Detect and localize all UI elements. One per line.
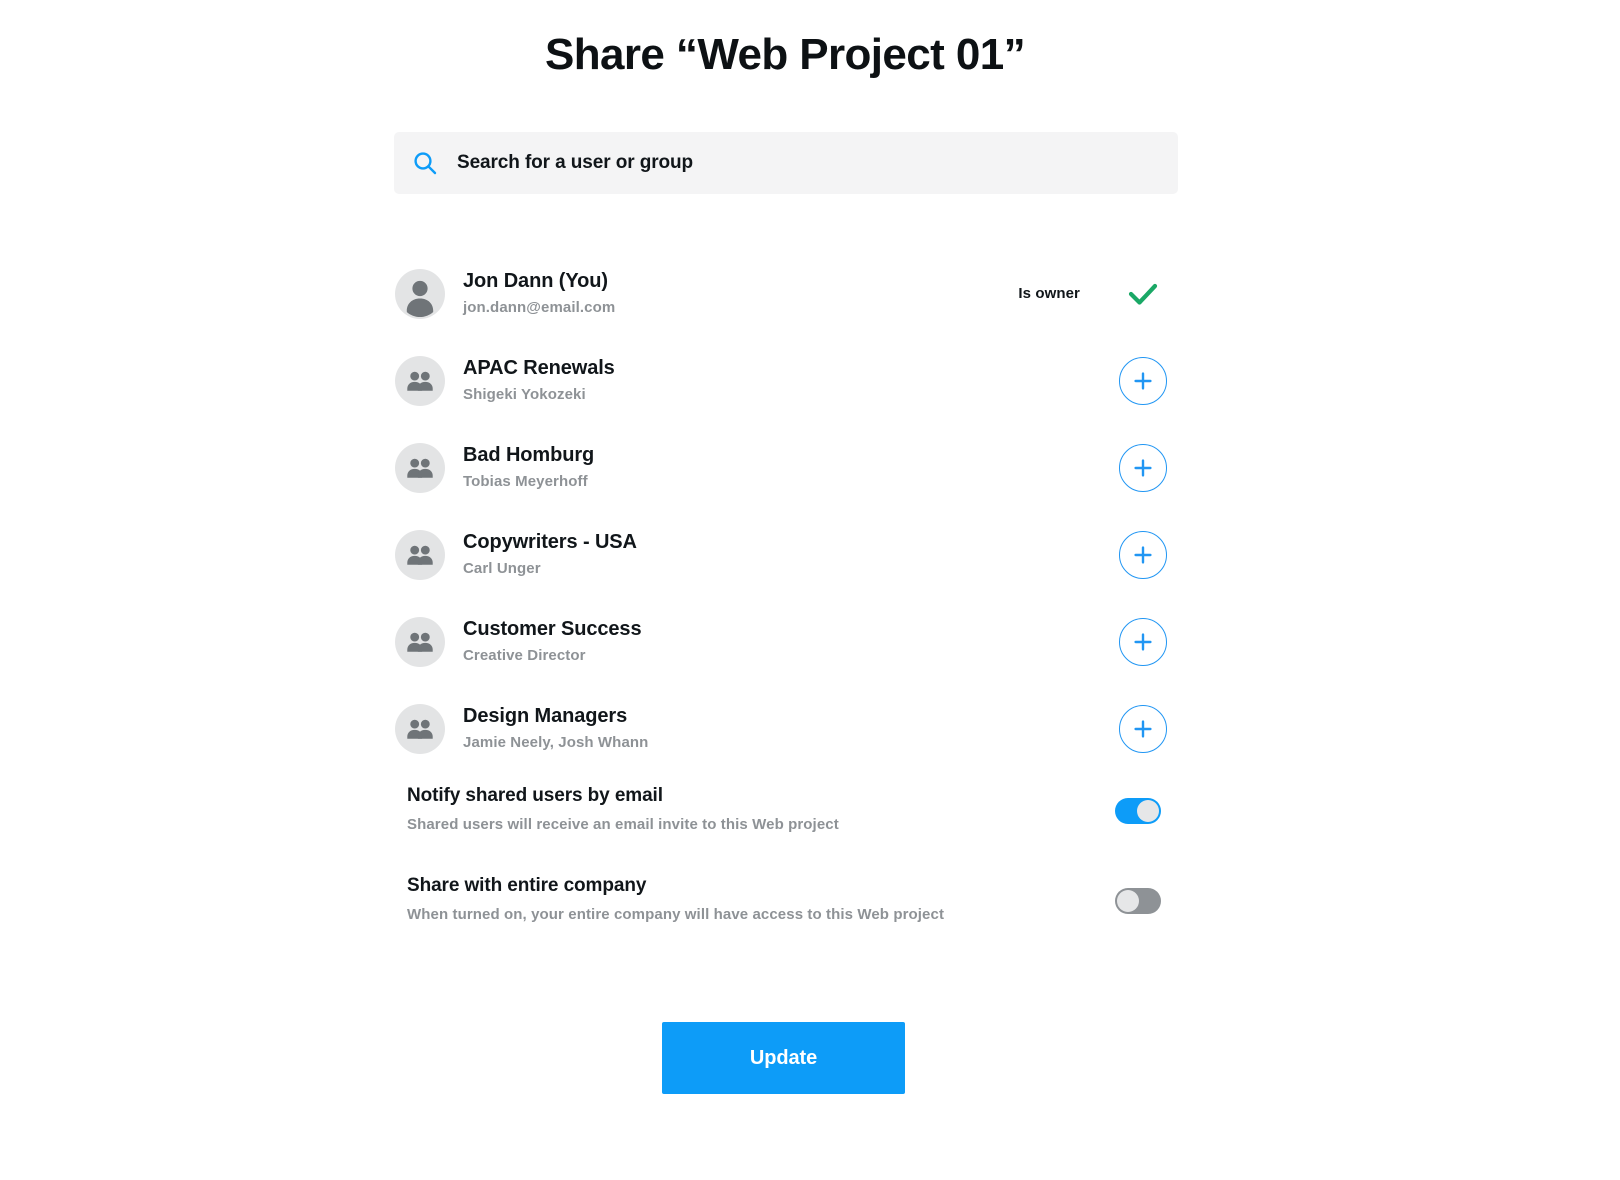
list-item[interactable]: Bad Homburg Tobias Meyerhoff xyxy=(394,424,1178,511)
share-with-company-toggle[interactable] xyxy=(1115,888,1161,914)
list-item-name: APAC Renewals xyxy=(463,356,615,379)
avatar xyxy=(395,268,445,319)
list-item-name: Copywriters - USA xyxy=(463,530,637,553)
share-list: Jon Dann (You) jon.dann@email.com Is own… xyxy=(394,250,1178,772)
list-item[interactable]: Customer Success Creative Director xyxy=(394,598,1178,685)
add-user-button[interactable] xyxy=(1119,443,1167,492)
status-badge: Is owner xyxy=(1018,285,1080,302)
owner-check-icon xyxy=(1124,275,1162,313)
list-item-texts: Customer Success Creative Director xyxy=(463,616,642,668)
list-item-detail: Carl Unger xyxy=(463,559,541,577)
list-item-name: Customer Success xyxy=(463,617,642,640)
avatar xyxy=(395,529,445,580)
setting-share-with-company: Share with entire company When turned on… xyxy=(407,873,1167,927)
list-item-action-area xyxy=(1119,511,1178,598)
avatar xyxy=(395,442,445,493)
search-placeholder: Search for a user or group xyxy=(457,152,694,173)
setting-description: Shared users will receive an email invit… xyxy=(407,816,839,833)
notify-shared-users-toggle[interactable] xyxy=(1115,798,1161,824)
list-item-name: Design Managers xyxy=(463,704,628,727)
list-item-detail: Creative Director xyxy=(463,646,586,664)
setting-description: When turned on, your entire company will… xyxy=(407,906,945,923)
list-item-texts: Jon Dann (You) jon.dann@email.com xyxy=(463,268,615,320)
plus-icon xyxy=(1134,632,1152,651)
list-item-action-area xyxy=(1119,598,1178,685)
plus-icon xyxy=(1134,545,1152,564)
toggle-knob xyxy=(1137,800,1159,822)
add-user-button[interactable] xyxy=(1119,704,1167,753)
setting-notify-shared-users: Notify shared users by email Shared user… xyxy=(407,783,1167,837)
list-item[interactable]: APAC Renewals Shigeki Yokozeki xyxy=(394,337,1178,424)
list-item-action-area: Is owner xyxy=(1018,250,1178,337)
plus-icon xyxy=(1134,719,1152,738)
search-icon xyxy=(412,150,438,176)
add-user-button[interactable] xyxy=(1119,617,1167,666)
avatar xyxy=(395,616,445,667)
list-item-detail: Jamie Neely, Josh Whann xyxy=(463,733,649,751)
add-user-button[interactable] xyxy=(1119,356,1167,405)
setting-title: Notify shared users by email xyxy=(407,785,663,806)
search-input[interactable]: Search for a user or group xyxy=(394,132,1178,194)
add-user-button[interactable] xyxy=(1119,530,1167,579)
list-item[interactable]: Design Managers Jamie Neely, Josh Whann xyxy=(394,685,1178,772)
list-item-texts: Bad Homburg Tobias Meyerhoff xyxy=(463,442,594,494)
list-item-action-area xyxy=(1119,685,1178,772)
list-item-name: Bad Homburg xyxy=(463,443,595,466)
avatar xyxy=(395,703,445,754)
avatar xyxy=(395,355,445,406)
list-item-detail: Tobias Meyerhoff xyxy=(463,472,588,490)
update-button[interactable]: Update xyxy=(662,1022,905,1094)
list-item-action-area xyxy=(1119,337,1178,424)
page-title: Share “Web Project 01” xyxy=(545,30,1026,79)
share-dialog: Share “Web Project 01” Search for a user… xyxy=(0,0,1620,1180)
list-item-name: Jon Dann (You) xyxy=(463,269,608,292)
list-item[interactable]: Copywriters - USA Carl Unger xyxy=(394,511,1178,598)
list-item[interactable]: Jon Dann (You) jon.dann@email.com Is own… xyxy=(394,250,1178,337)
list-item-texts: Design Managers Jamie Neely, Josh Whann xyxy=(463,703,648,755)
list-item-texts: APAC Renewals Shigeki Yokozeki xyxy=(463,355,615,407)
toggle-knob xyxy=(1117,890,1139,912)
setting-title: Share with entire company xyxy=(407,875,647,896)
plus-icon xyxy=(1134,371,1152,390)
list-item-detail: jon.dann@email.com xyxy=(463,298,616,316)
list-item-detail: Shigeki Yokozeki xyxy=(463,385,586,403)
list-item-texts: Copywriters - USA Carl Unger xyxy=(463,529,637,581)
plus-icon xyxy=(1134,458,1152,477)
list-item-action-area xyxy=(1119,424,1178,511)
